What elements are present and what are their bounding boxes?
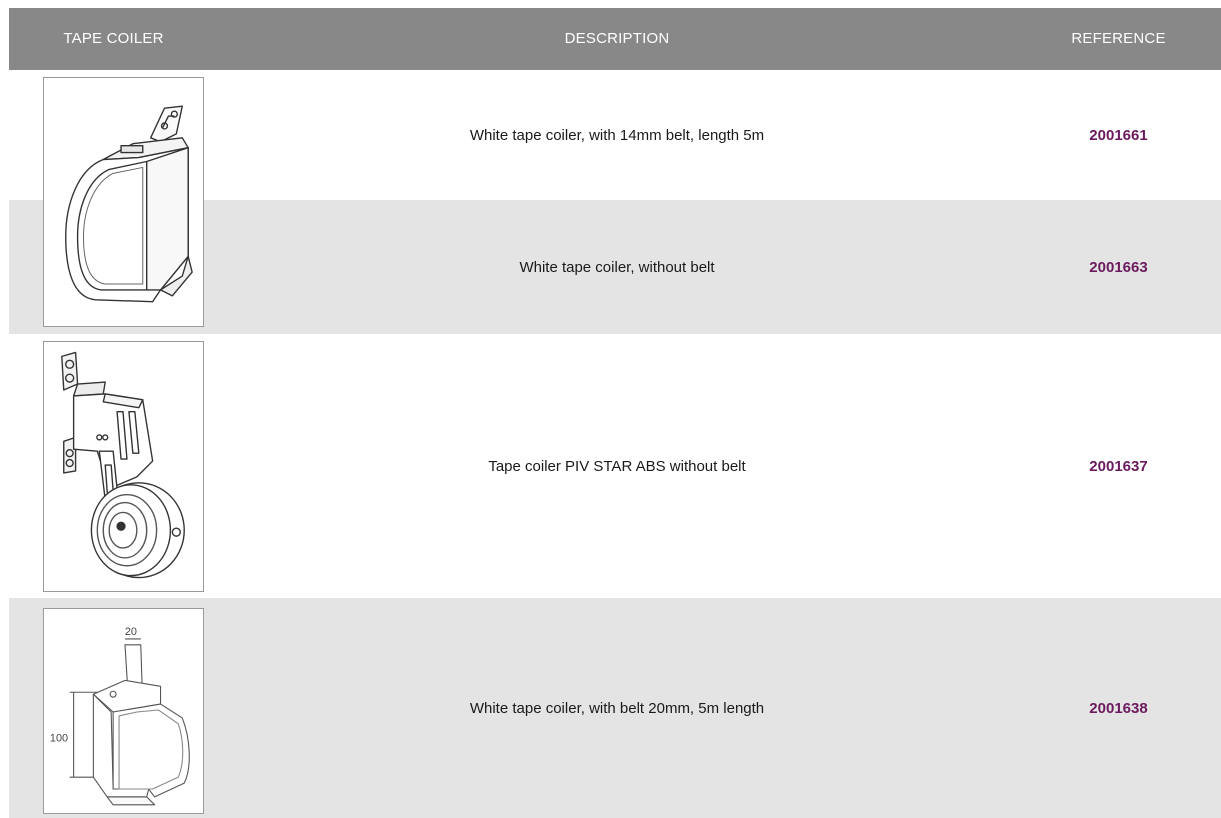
column-header-tape-coiler: TAPE COILER <box>63 30 164 47</box>
row-reference-link[interactable]: 2001663 <box>1016 200 1221 334</box>
row-description: White tape coiler, with 14mm belt, lengt… <box>469 126 765 144</box>
piv-star-coiler-illustration <box>61 351 185 579</box>
row-reference-link[interactable]: 2001637 <box>1016 334 1221 598</box>
column-header-description: DESCRIPTION <box>564 30 670 47</box>
coiler-dimension-illustration: 20 100 <box>50 626 190 806</box>
row-reference-link[interactable]: 2001638 <box>1016 598 1221 818</box>
row-description: Tape coiler PIV STAR ABS without belt <box>488 457 746 475</box>
piv-star-coiler-image <box>43 341 204 592</box>
column-header-reference: REFERENCE <box>1071 30 1166 47</box>
table-header: TAPE COILER DESCRIPTION REFERENCE <box>9 8 1221 70</box>
tape-coiler-illustration <box>65 105 193 303</box>
height-dimension-label: 100 <box>50 733 68 745</box>
row-reference-link[interactable]: 2001661 <box>1016 70 1221 200</box>
row-description: White tape coiler, without belt <box>519 258 715 276</box>
width-dimension-label: 20 <box>125 626 137 638</box>
white-tape-coiler-image <box>43 77 204 327</box>
row-description: White tape coiler, with belt 20mm, 5m le… <box>469 699 765 717</box>
dimensioned-coiler-drawing: 20 100 <box>43 608 204 814</box>
